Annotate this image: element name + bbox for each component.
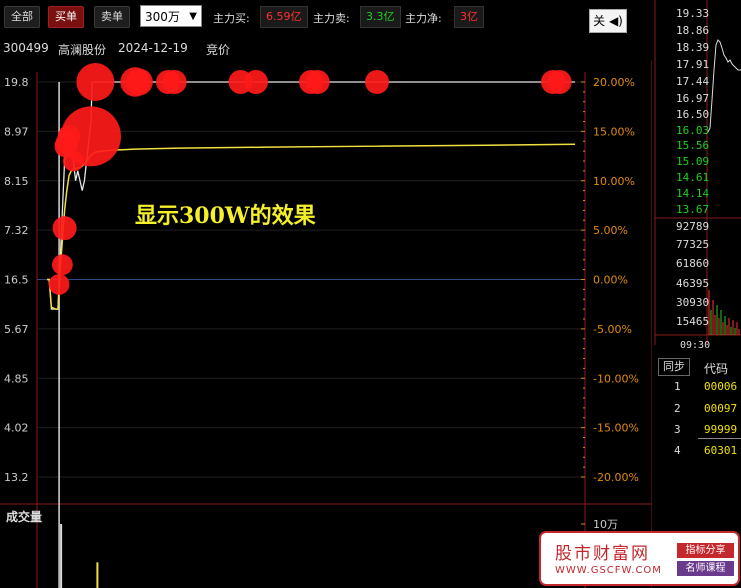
mini-price-tick: 18.86 (676, 24, 710, 37)
row-code[interactable]: 99999 (704, 423, 737, 436)
main-net-label: 主力净: (405, 12, 442, 25)
main-sell-value: 3.3亿 (360, 6, 401, 28)
tab-all[interactable]: 全部 (4, 6, 40, 28)
mini-price-tick: 17.91 (676, 58, 710, 71)
mini-price-tick: 18.39 (676, 41, 710, 54)
threshold-select[interactable]: 300万 ▼ (140, 5, 202, 27)
mini-price-tick: 15.56 (676, 139, 710, 152)
big-order-bubble (76, 63, 115, 101)
left-tick-label: 4.02 (4, 422, 29, 435)
right-tick-label: 15.00% (593, 125, 635, 138)
mini-volume-tick: 77325 (676, 238, 710, 251)
big-order-bubble (305, 70, 330, 94)
right-tick-label: 5.00% (593, 224, 628, 237)
big-order-bubble (52, 216, 77, 241)
mini-price-tick: 16.50 (676, 108, 710, 121)
mini-volume-tick: 15465 (676, 315, 710, 328)
stock-name: 高澜股份 (58, 43, 107, 57)
big-order-bubble (547, 70, 572, 94)
right-tick-label: -5.00% (593, 323, 632, 336)
toolbar: 全部 买单 卖单 300万 ▼ 主力买: 6.59亿 主力卖: 3.3亿 主力净… (0, 0, 652, 36)
right-tick-label: -10.00% (593, 372, 639, 385)
watermark-name: 股市财富网 (555, 544, 650, 564)
row-code[interactable]: 00006 (704, 380, 737, 393)
close-button[interactable]: 关 ◀) (589, 9, 627, 33)
mini-price-tick: 16.97 (676, 92, 710, 105)
big-order-bubble (244, 70, 268, 94)
intraday-chart: 19.8 20.00% 8.97 15.00% 8.15 10.00% 7.32 5.00% 1… (0, 60, 652, 588)
speaker-icon: ◀) (608, 14, 623, 28)
close-label: 关 (593, 14, 606, 28)
big-order-bubble (61, 106, 121, 167)
mini-price-tick: 14.14 (676, 187, 710, 200)
row-code[interactable]: 00097 (704, 402, 737, 415)
mode-label: 竞价 (206, 43, 231, 57)
big-order-bubble (125, 68, 153, 96)
left-tick-label: 13.2 (4, 471, 29, 484)
trade-date: 2024-12-19 (118, 41, 188, 55)
tab-sell[interactable]: 卖单 (94, 6, 130, 28)
row-divider (698, 438, 741, 439)
mini-volume-tick: 46395 (676, 277, 710, 290)
tab-buy[interactable]: 买单 (48, 6, 84, 28)
mini-price-tick: 17.44 (676, 75, 710, 88)
big-order-bubble (365, 70, 389, 94)
code-header: 代码 (704, 362, 729, 376)
right-tick-label: 0.00% (593, 274, 628, 287)
left-tick-label: 8.15 (4, 175, 29, 188)
left-tick-label: 19.8 (4, 76, 29, 89)
left-tick-label: 4.85 (4, 372, 29, 385)
price-line (47, 81, 575, 310)
watermark-tag: 名师课程 (677, 561, 734, 576)
main-sell-label: 主力卖: (313, 12, 350, 25)
mini-volume-bars (708, 290, 740, 335)
row-index: 4 (674, 444, 681, 457)
mini-price-tick: 14.61 (676, 171, 710, 184)
mini-price-tick: 19.33 (676, 7, 710, 20)
big-order-bubble (52, 254, 73, 276)
left-tick-label: 7.32 (4, 224, 29, 237)
right-tick-label: -15.00% (593, 422, 639, 435)
row-code[interactable]: 60301 (704, 444, 737, 457)
main-buy-label: 主力买: (213, 12, 250, 25)
right-tick-label: 10.00% (593, 175, 635, 188)
right-tick-label: -20.00% (593, 471, 639, 484)
mini-volume-tick: 30930 (676, 296, 710, 309)
watermark-tag: 指标分享 (677, 543, 734, 558)
row-index: 3 (674, 423, 681, 436)
mini-volume-tick: 92789 (676, 220, 710, 233)
big-order-bubble (162, 70, 187, 94)
main-buy-value: 6.59亿 (260, 6, 308, 28)
mini-time-label: 09:30 (680, 340, 711, 351)
mini-volume-tick: 61860 (676, 257, 710, 270)
main-net-value: 3亿 (454, 6, 484, 28)
volume-axis-label: 10万 (593, 518, 618, 531)
mini-price-line (707, 39, 741, 133)
mini-price-tick: 16.03 (676, 124, 710, 137)
annotation-text: 显示300W的效果 (135, 203, 316, 229)
volume-label: 成交量 (6, 509, 42, 524)
watermark-logo: 股市财富网 WWW.GSCFW.COM 指标分享 名师课程 (539, 531, 740, 586)
watermark-url: WWW.GSCFW.COM (555, 565, 662, 576)
row-index: 2 (674, 402, 681, 415)
left-tick-label: 16.5 (4, 274, 29, 287)
right-tick-label: 20.00% (593, 76, 635, 89)
big-order-bubble (48, 274, 70, 295)
chevron-down-icon: ▼ (189, 11, 197, 22)
mini-price-tick: 15.09 (676, 155, 710, 168)
threshold-value: 300万 (145, 10, 180, 24)
left-tick-label: 8.97 (4, 125, 29, 138)
row-index: 1 (674, 380, 681, 393)
sync-button[interactable]: 同步 (658, 358, 690, 376)
stock-code: 300499 (3, 41, 49, 55)
left-tick-label: 5.67 (4, 323, 29, 336)
mini-price-tick: 13.67 (676, 203, 710, 216)
